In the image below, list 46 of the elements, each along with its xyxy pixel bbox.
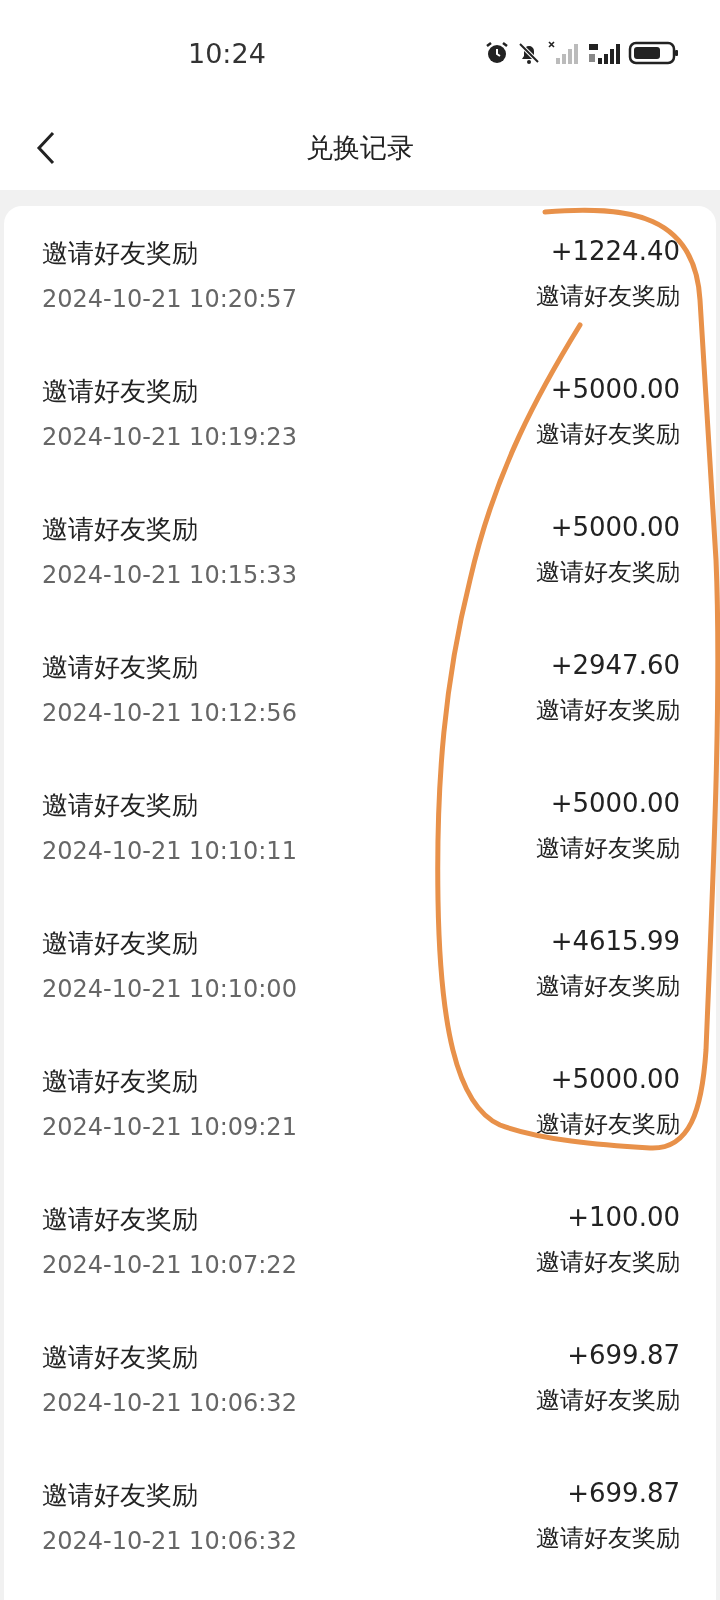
- record-title: 邀请好友奖励: [42, 237, 199, 270]
- record-category: 邀请好友奖励: [536, 833, 680, 864]
- record-date: 2024-10-21 10:09:21: [42, 1113, 297, 1141]
- record-title: 邀请好友奖励: [42, 927, 199, 960]
- page-title: 兑换记录: [306, 131, 414, 165]
- record-title: 邀请好友奖励: [42, 1203, 199, 1236]
- record-category: 邀请好友奖励: [536, 971, 680, 1002]
- status-time: 10:24: [188, 37, 266, 69]
- record-category: 邀请好友奖励: [536, 1523, 680, 1554]
- record-amount: +5000.00: [550, 1064, 680, 1094]
- record-date: 2024-10-21 10:15:33: [42, 561, 297, 589]
- record-date: 2024-10-21 10:06:32: [42, 1389, 297, 1417]
- record-amount: +699.87: [567, 1478, 680, 1508]
- record-amount: +100.00: [567, 1202, 680, 1232]
- record-category: 邀请好友奖励: [536, 557, 680, 588]
- record-amount: +4615.99: [550, 926, 680, 956]
- record-title: 邀请好友奖励: [42, 375, 199, 408]
- record-date: 2024-10-21 10:10:00: [42, 975, 297, 1003]
- record-category: 邀请好友奖励: [536, 1385, 680, 1416]
- record-amount: +5000.00: [550, 788, 680, 818]
- record-title: 邀请好友奖励: [42, 1341, 199, 1374]
- record-amount: +2947.60: [550, 650, 680, 680]
- record-date: 2024-10-21 10:10:11: [42, 837, 297, 865]
- record-title: 邀请好友奖励: [42, 1065, 199, 1098]
- record-amount: +5000.00: [550, 512, 680, 542]
- record-date: 2024-10-21 10:06:32: [42, 1527, 297, 1555]
- record-amount: +699.87: [567, 1340, 680, 1370]
- record-category: 邀请好友奖励: [536, 695, 680, 726]
- record-category: 邀请好友奖励: [536, 1109, 680, 1140]
- record-amount: +5000.00: [550, 374, 680, 404]
- back-icon[interactable]: [36, 131, 56, 165]
- battery-icon: [628, 40, 680, 66]
- mute-icon: [516, 40, 542, 66]
- record-title: 邀请好友奖励: [42, 789, 199, 822]
- record-date: 2024-10-21 10:19:23: [42, 423, 297, 451]
- record-title: 邀请好友奖励: [42, 651, 199, 684]
- record-amount: +1224.40: [550, 236, 680, 266]
- record-date: 2024-10-21 10:12:56: [42, 699, 297, 727]
- record-date: 2024-10-21 10:20:57: [42, 285, 297, 313]
- record-category: 邀请好友奖励: [536, 1247, 680, 1278]
- record-category: 邀请好友奖励: [536, 419, 680, 450]
- record-category: 邀请好友奖励: [536, 281, 680, 312]
- record-title: 邀请好友奖励: [42, 513, 199, 546]
- record-date: 2024-10-21 10:07:22: [42, 1251, 297, 1279]
- alarm-icon: [484, 40, 510, 66]
- record-title: 邀请好友奖励: [42, 1479, 199, 1512]
